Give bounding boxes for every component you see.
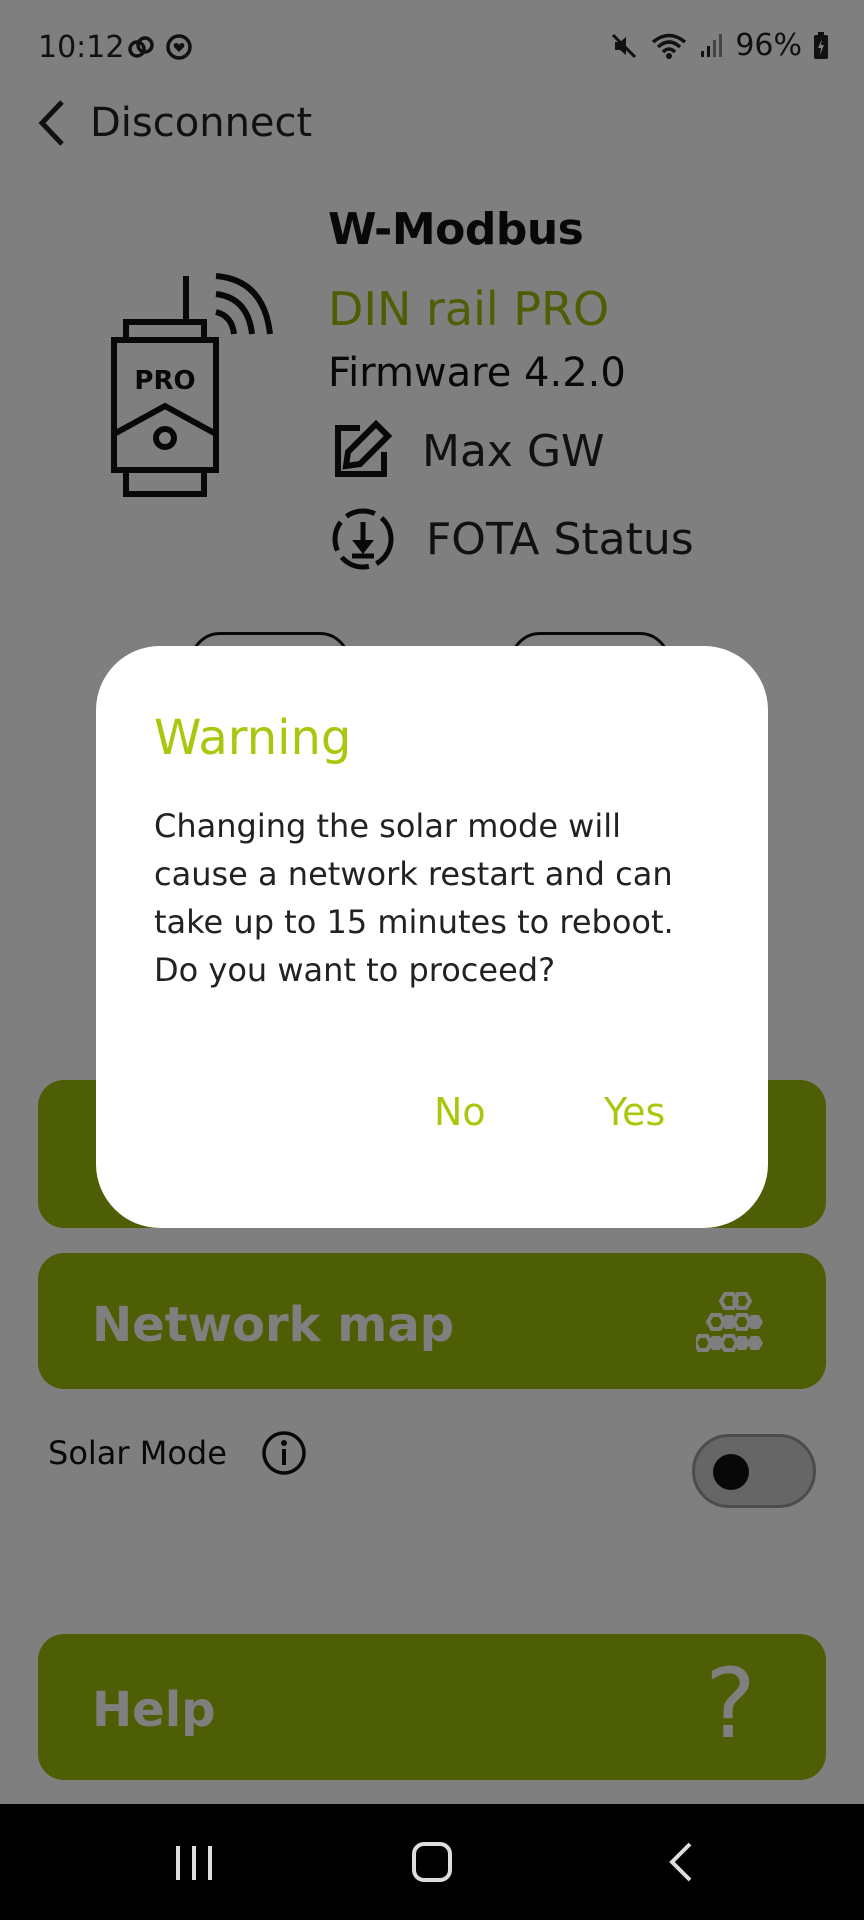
no-button[interactable]: No — [434, 1090, 486, 1134]
recent-apps-icon[interactable] — [172, 1838, 216, 1886]
dialog-actions: No Yes — [96, 1090, 768, 1150]
home-icon[interactable] — [410, 1838, 454, 1886]
back-icon[interactable] — [660, 1838, 704, 1886]
dialog-message: Changing the solar mode will cause a net… — [154, 807, 674, 989]
app-screen: 10:12 — [0, 0, 864, 1804]
system-nav-bar — [0, 1804, 864, 1920]
yes-button[interactable]: Yes — [604, 1090, 665, 1134]
warning-dialog: Warning Changing the solar mode will cau… — [96, 646, 768, 1228]
dialog-title: Warning — [154, 710, 352, 766]
